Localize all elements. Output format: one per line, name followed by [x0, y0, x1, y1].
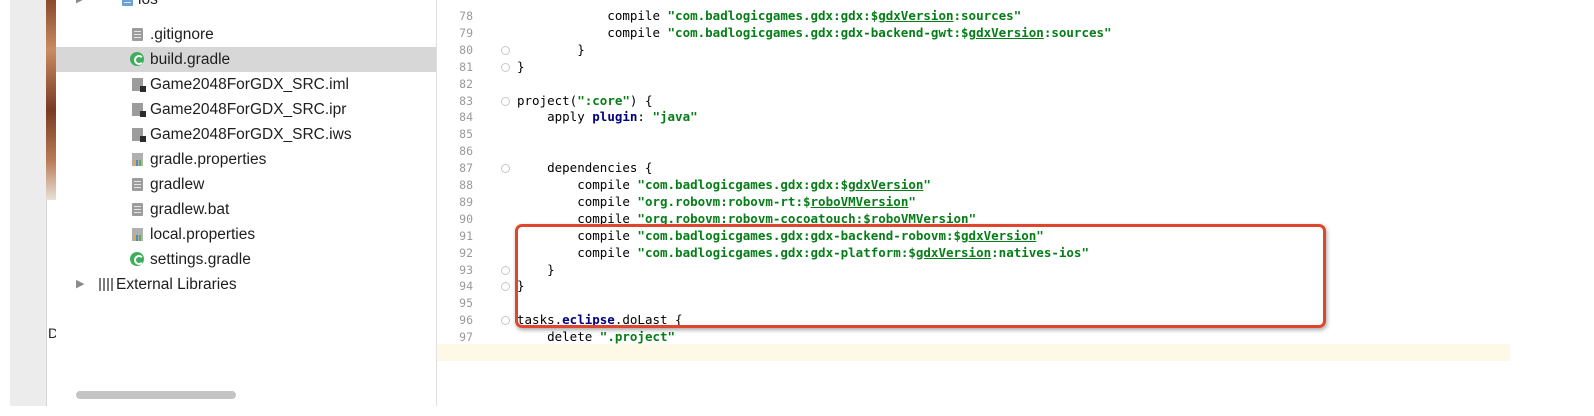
fold-marker-icon[interactable] — [501, 62, 510, 72]
line-number: 79 — [459, 25, 473, 40]
tree-item-label: settings.gradle — [150, 251, 251, 268]
tree-item-label: build.gradle — [150, 51, 231, 68]
fold-marker-icon[interactable] — [501, 96, 510, 106]
line-number: 89 — [459, 194, 473, 209]
code-line[interactable]: compile "com.badlogicgames.gdx:gdx:$gdxV… — [517, 8, 1021, 24]
module-file-icon — [132, 128, 146, 142]
tree-item-gradle-properties[interactable]: gradle.properties — [56, 147, 436, 172]
line-number: 94 — [459, 279, 473, 294]
tool-window-strip — [10, 0, 47, 406]
code-line[interactable]: compile "com.badlogicgames.gdx:gdx:$gdxV… — [517, 177, 931, 193]
code-line[interactable]: dependencies { — [517, 160, 652, 176]
line-number: 93 — [459, 262, 473, 277]
tree-item-label: local.properties — [150, 226, 256, 243]
code-line[interactable]: } — [517, 59, 525, 75]
line-number: 82 — [459, 76, 473, 91]
tree-item-settings-gradle[interactable]: settings.gradle — [56, 247, 436, 272]
line-number: 96 — [459, 313, 473, 328]
tree-item-gradlew-bat[interactable]: gradlew.bat — [56, 197, 436, 222]
line-number: 80 — [459, 42, 473, 57]
project-tree[interactable]: ▶ ios .gitignore build.gradle Game2048Fo… — [56, 0, 436, 406]
library-icon — [99, 278, 113, 291]
gradle-file-icon — [130, 252, 144, 266]
fold-marker-icon[interactable] — [501, 316, 510, 326]
background-image-fragment — [46, 0, 56, 200]
line-number: 92 — [459, 245, 473, 260]
line-number: 83 — [459, 93, 473, 108]
tree-item-gitignore[interactable]: .gitignore — [56, 22, 436, 47]
code-line[interactable]: apply plugin: "java" — [517, 109, 698, 125]
horizontal-scrollbar[interactable] — [76, 391, 236, 399]
line-number: 88 — [459, 178, 473, 192]
module-file-icon — [132, 103, 146, 117]
text-file-icon — [132, 203, 143, 216]
code-line[interactable]: compile "com.badlogicgames.gdx:gdx-backe… — [517, 25, 1111, 41]
text-file-icon — [132, 28, 143, 41]
gradle-file-icon — [130, 52, 144, 66]
fold-marker-icon[interactable] — [501, 164, 510, 174]
tree-item-label: gradlew.bat — [150, 201, 230, 218]
fold-marker-icon[interactable] — [501, 282, 510, 292]
tree-item-label: Game2048ForGDX_SRC.iml — [150, 76, 349, 93]
tree-item-local-properties[interactable]: local.properties — [56, 222, 436, 247]
code-line[interactable]: delete ".project" — [517, 329, 675, 345]
fold-marker-icon[interactable] — [501, 265, 510, 275]
expand-arrow-icon[interactable]: ▶ — [76, 272, 84, 297]
tree-item-build-gradle[interactable]: build.gradle — [56, 47, 436, 72]
properties-file-icon — [132, 153, 143, 166]
code-editor[interactable]: 78 79 80 81 82 83 84 85 86 87 88 89 90 91 92 93 94 95 96 97… — [437, 0, 1510, 406]
tree-item-iml[interactable]: Game2048ForGDX_SRC.iml — [56, 72, 436, 97]
line-number: 78 — [459, 9, 473, 23]
tree-item-label: Game2048ForGDX_SRC.ipr — [150, 101, 347, 118]
fold-marker-icon[interactable] — [501, 45, 510, 55]
tree-item-label: gradle.properties — [150, 151, 267, 168]
line-number: 84 — [459, 110, 473, 125]
line-number: 86 — [459, 144, 473, 159]
line-number: 81 — [459, 59, 473, 74]
line-number: 87 — [459, 161, 473, 176]
code-line[interactable]: compile "org.robovm:robovm-rt:$roboVMVer… — [517, 194, 916, 210]
folder-icon — [122, 0, 133, 6]
tree-item-iws[interactable]: Game2048ForGDX_SRC.iws — [56, 122, 436, 147]
properties-file-icon — [132, 228, 143, 241]
line-number: 90 — [459, 211, 473, 226]
annotation-highlight-box — [515, 224, 1326, 328]
text-file-icon — [132, 178, 143, 191]
expand-arrow-icon[interactable]: ▶ — [76, 0, 84, 12]
tree-item-ipr[interactable]: Game2048ForGDX_SRC.ipr — [56, 97, 436, 122]
tree-item-label: ios — [138, 0, 158, 12]
tree-item-label: gradlew — [150, 176, 205, 193]
line-number: 97 — [459, 330, 473, 345]
tree-item-label: .gitignore — [150, 26, 214, 43]
module-file-icon — [132, 78, 146, 92]
line-number: 85 — [459, 127, 473, 142]
line-number: 95 — [459, 296, 473, 311]
current-line-highlight — [437, 344, 1510, 361]
ide-window: DX ▶ ios .gitignore build.gradle Game204… — [10, 0, 1510, 406]
code-line[interactable]: } — [517, 42, 585, 58]
tree-item-ios[interactable]: ▶ ios — [56, 0, 436, 12]
code-line[interactable]: project(":core") { — [517, 93, 652, 109]
tree-item-label: External Libraries — [116, 276, 237, 293]
tree-item-label: Game2048ForGDX_SRC.iws — [150, 126, 352, 143]
line-number: 91 — [459, 228, 473, 243]
tree-item-gradlew[interactable]: gradlew — [56, 172, 436, 197]
tree-item-external-libraries[interactable]: ▶ External Libraries — [56, 272, 436, 297]
